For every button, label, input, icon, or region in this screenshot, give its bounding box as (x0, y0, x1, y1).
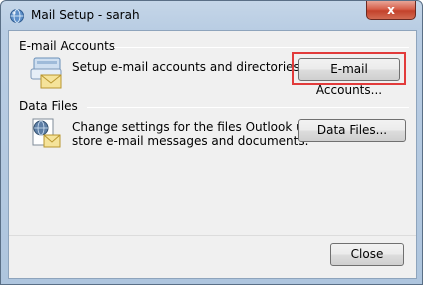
outlook-app-icon (10, 9, 24, 23)
dialog-body: E-mail Accounts Setup e-mail accounts an… (8, 30, 417, 279)
title-bar[interactable]: Mail Setup - sarah x (1, 1, 422, 29)
close-button[interactable]: Close (330, 243, 404, 266)
window-title: Mail Setup - sarah (31, 8, 140, 22)
mail-accounts-icon (30, 57, 62, 89)
email-accounts-separator (114, 47, 409, 48)
data-files-group-label: Data Files (19, 99, 78, 113)
data-files-separator (87, 107, 409, 108)
mail-setup-window: Mail Setup - sarah x E-mail Accounts Set… (0, 0, 423, 285)
data-files-description-line2: store e-mail messages and documents. (72, 134, 309, 148)
footer-separator (9, 235, 416, 236)
window-close-button[interactable]: x (366, 1, 416, 20)
email-accounts-group-label: E-mail Accounts (19, 39, 116, 53)
email-accounts-description: Setup e-mail accounts and directories. (72, 60, 304, 74)
data-files-button[interactable]: Data Files... (298, 119, 406, 142)
close-icon: x (387, 3, 395, 17)
email-accounts-button[interactable]: E-mail Accounts... (298, 58, 400, 97)
data-files-icon (32, 118, 61, 148)
